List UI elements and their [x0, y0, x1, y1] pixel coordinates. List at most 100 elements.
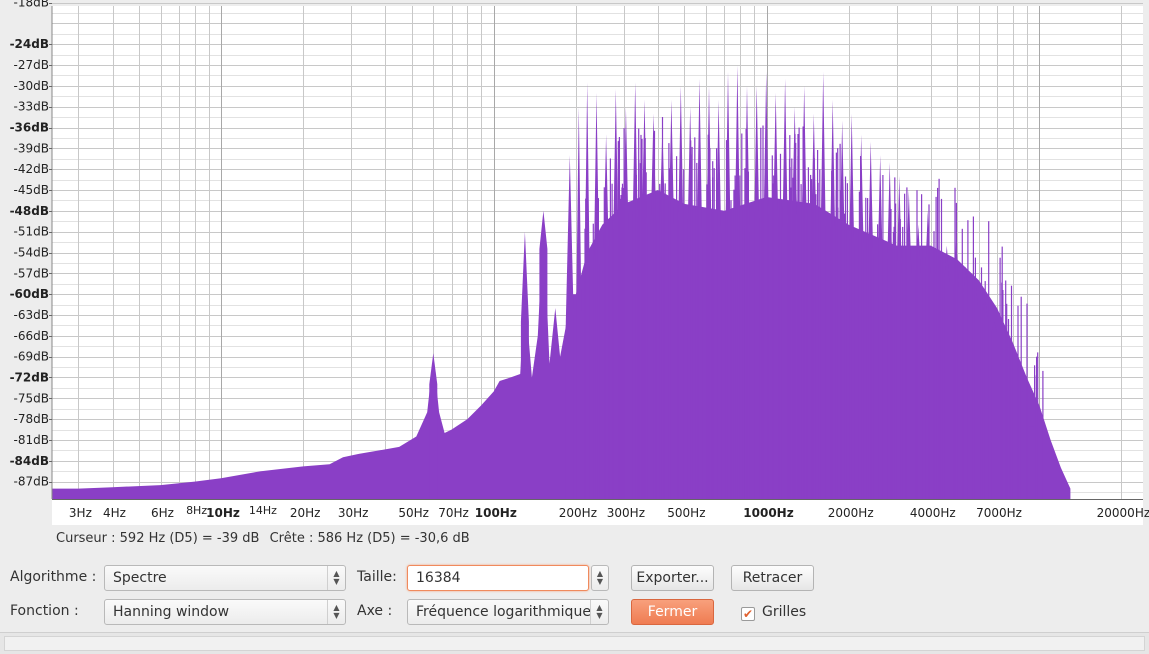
algorithm-value: Spectre	[113, 570, 167, 586]
spectrum-spike	[839, 143, 841, 500]
spectrum-spike	[935, 196, 937, 499]
spectrum-spike	[716, 148, 718, 500]
y-tick-label: -36dB	[10, 121, 49, 135]
y-tick-label: -39dB	[14, 141, 49, 155]
y-tick-label: -81dB	[14, 433, 49, 447]
spectrum-spike	[609, 158, 611, 499]
spectrum-spike	[618, 137, 620, 499]
y-tick-label: -48dB	[10, 204, 49, 218]
spectrum-spike	[773, 175, 775, 499]
x-tick-label: 30Hz	[338, 506, 369, 520]
spectrum-spike	[974, 257, 976, 499]
replot-button[interactable]: Retracer	[731, 565, 814, 591]
spectrum-spike	[641, 139, 643, 499]
x-tick-label: 300Hz	[607, 506, 645, 520]
spectrum-spike	[635, 174, 637, 499]
x-tick-label: 8Hz	[186, 504, 207, 517]
spectrum-spike	[676, 156, 678, 499]
spectrum-spike	[597, 198, 599, 499]
spectrum-spike	[988, 221, 990, 499]
spectrum-plot[interactable]: -18dB -24dB -27dB -30dB -33dB -36dB -39dB -42dB…	[0, 0, 1149, 528]
cursor-readout: Curseur : 592 Hz (D5) = -39 dB	[56, 531, 260, 546]
spectrum-spike	[899, 219, 901, 499]
spectrum-spike	[794, 134, 796, 499]
close-button[interactable]: Fermer	[631, 599, 714, 625]
spectrum-spike	[585, 198, 587, 499]
spectrum-spike	[1034, 365, 1036, 499]
spectrum-spike	[734, 175, 736, 499]
y-tick-label: -24dB	[10, 37, 49, 51]
spectrum-spike	[668, 143, 670, 499]
spectrum-spike	[999, 257, 1001, 499]
spectrum-spike	[1036, 356, 1038, 499]
spectrum-spike	[712, 161, 714, 499]
size-select[interactable]: 16384	[407, 565, 589, 591]
spectrum-spike	[653, 130, 656, 500]
spectrum-spike	[1017, 305, 1019, 499]
x-tick-label: 3Hz	[69, 506, 92, 520]
y-tick-label: -42dB	[14, 162, 49, 176]
x-tick-label: 4Hz	[103, 506, 126, 520]
spectrum-spike	[967, 220, 969, 499]
spectrum-spike	[698, 182, 700, 499]
spectrum-spike	[851, 204, 853, 499]
y-tick-label: -57dB	[14, 266, 49, 280]
spectrum-spike	[659, 183, 661, 499]
spectrum-spike	[810, 174, 812, 499]
spectrum-spike	[592, 223, 594, 499]
spectrum-spike	[725, 140, 728, 499]
spectrum-spike	[708, 176, 710, 499]
y-axis-labels: -18dB -24dB -27dB -30dB -33dB -36dB -39dB -42dB…	[10, 0, 52, 489]
spectrum-spike	[798, 127, 800, 499]
spectrum-spike	[940, 198, 943, 499]
spectrum-spike	[595, 188, 597, 500]
spectrum-spike	[933, 231, 935, 499]
spectrum-spike	[745, 128, 747, 499]
x-tick-label: 4000Hz	[910, 506, 956, 520]
x-tick-label: 2000Hz	[828, 506, 874, 520]
spectrum-spike	[916, 190, 918, 499]
y-tick-label: -63dB	[14, 308, 49, 322]
spectrum-spike	[739, 175, 741, 499]
spectrum-spike	[954, 187, 956, 500]
export-button[interactable]: Exporter...	[631, 565, 714, 591]
spectrum-peak	[991, 321, 997, 499]
spectrum-spike	[906, 187, 908, 499]
axis-value: Fréquence logarithmique	[416, 604, 591, 620]
y-tick-label: -45dB	[14, 183, 49, 197]
size-updown-icon[interactable]: ▲ ▼	[591, 565, 609, 591]
y-tick-label: -27dB	[14, 58, 49, 72]
spectrum-spike	[877, 224, 879, 500]
spectrum-spike	[694, 137, 696, 499]
spectrum-spike	[760, 127, 762, 500]
spectrum-peak	[429, 353, 438, 499]
function-select[interactable]: Hanning window ▲ ▼	[104, 599, 346, 625]
spectrum-spike	[815, 194, 817, 499]
peak-readout: Crête : 586 Hz (D5) = -30,6 dB	[269, 531, 470, 546]
spectrum-spike	[669, 168, 671, 500]
spectrum-spike	[691, 146, 693, 499]
spectrum-spike	[623, 128, 625, 499]
spectrum-plot-area[interactable]: -18dB -24dB -27dB -30dB -33dB -36dB -39dB -42dB…	[0, 0, 1149, 528]
y-tick-label: -72dB	[10, 371, 49, 385]
spectrum-spike	[639, 163, 641, 499]
spectrum-spike	[611, 183, 613, 499]
spectrum-spike	[733, 189, 735, 499]
spectrum-spike	[1007, 319, 1010, 499]
grid-checkbox-label[interactable]: Grilles	[762, 604, 806, 620]
x-tick-label: 200Hz	[559, 506, 597, 520]
spectrum-spike	[1005, 280, 1007, 499]
updown-arrows-icon: ▲ ▼	[327, 566, 345, 590]
spectrum-peak	[539, 210, 548, 500]
grid-checkbox[interactable]: ✔	[741, 607, 755, 621]
spectrum-spike	[790, 187, 792, 499]
spectrum-spike	[1002, 290, 1004, 499]
spectrum-spike	[605, 190, 607, 499]
algorithm-select[interactable]: Spectre ▲ ▼	[104, 565, 346, 591]
spectrum-spike	[792, 177, 794, 499]
spectrum-spike	[762, 125, 764, 499]
spectrum-spike	[835, 190, 837, 500]
axis-select[interactable]: Fréquence logarithmique ▲ ▼	[407, 599, 609, 625]
spectrum-spike	[730, 200, 732, 499]
x-tick-label: 6Hz	[151, 506, 174, 520]
